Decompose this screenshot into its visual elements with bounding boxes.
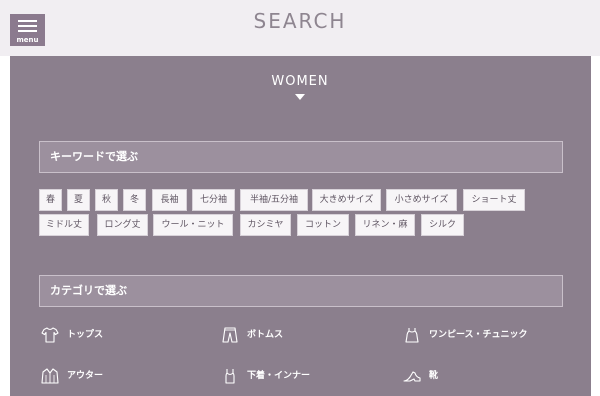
- keyword-tag[interactable]: 冬: [123, 189, 146, 211]
- menu-label: menu: [16, 36, 39, 44]
- coat-icon: [41, 368, 59, 384]
- category-label: トップス: [67, 330, 104, 340]
- page-title: SEARCH: [253, 9, 347, 33]
- category-label: 靴: [429, 371, 439, 381]
- keyword-tag[interactable]: 春: [39, 189, 62, 211]
- keyword-tag[interactable]: リネン・麻: [355, 214, 415, 236]
- category-item-bottoms[interactable]: ボトムス: [221, 325, 381, 345]
- category-item-dress[interactable]: ワンピース・チュニック: [403, 325, 583, 345]
- keyword-tag[interactable]: 夏: [67, 189, 90, 211]
- keyword-section-header: キーワードで選ぶ: [39, 141, 563, 173]
- category-label: ボトムス: [247, 330, 284, 340]
- keyword-tag[interactable]: 小さめサイズ: [386, 189, 457, 211]
- keyword-tag[interactable]: コットン: [297, 214, 349, 236]
- keyword-tag[interactable]: 秋: [95, 189, 118, 211]
- category-item-outer[interactable]: アウター: [41, 366, 201, 386]
- keyword-tag[interactable]: ロング丈: [97, 214, 148, 236]
- category-section-header: カテゴリで選ぶ: [39, 275, 563, 307]
- pants-icon: [221, 327, 239, 343]
- keyword-tag[interactable]: ウール・ニット: [153, 214, 233, 236]
- camisole-icon: [221, 368, 239, 384]
- keyword-tag[interactable]: 大きめサイズ: [312, 189, 381, 211]
- keyword-tag[interactable]: 長袖: [152, 189, 187, 211]
- keyword-tag[interactable]: 七分袖: [192, 189, 235, 211]
- shoe-icon: [403, 368, 421, 384]
- keyword-tag[interactable]: カシミヤ: [240, 214, 291, 236]
- category-label: 下着・インナー: [247, 371, 311, 381]
- category-item-shoes[interactable]: 靴: [403, 366, 563, 386]
- dress-icon: [403, 327, 421, 343]
- tshirt-icon: [41, 327, 59, 343]
- keyword-tag[interactable]: シルク: [421, 214, 464, 236]
- keyword-tag[interactable]: ミドル丈: [39, 214, 89, 236]
- category-item-innerwear[interactable]: 下着・インナー: [221, 366, 381, 386]
- gender-selector[interactable]: WOMEN: [0, 74, 600, 89]
- right-gutter: [591, 56, 600, 396]
- category-label: アウター: [67, 371, 104, 381]
- caret-down-icon[interactable]: [295, 94, 305, 100]
- category-item-tops[interactable]: トップス: [41, 325, 201, 345]
- keyword-tag[interactable]: 半袖/五分袖: [240, 189, 308, 211]
- top-bar: menu SEARCH: [0, 0, 600, 56]
- category-label: ワンピース・チュニック: [429, 330, 528, 340]
- keyword-tag[interactable]: ショート丈: [463, 189, 525, 211]
